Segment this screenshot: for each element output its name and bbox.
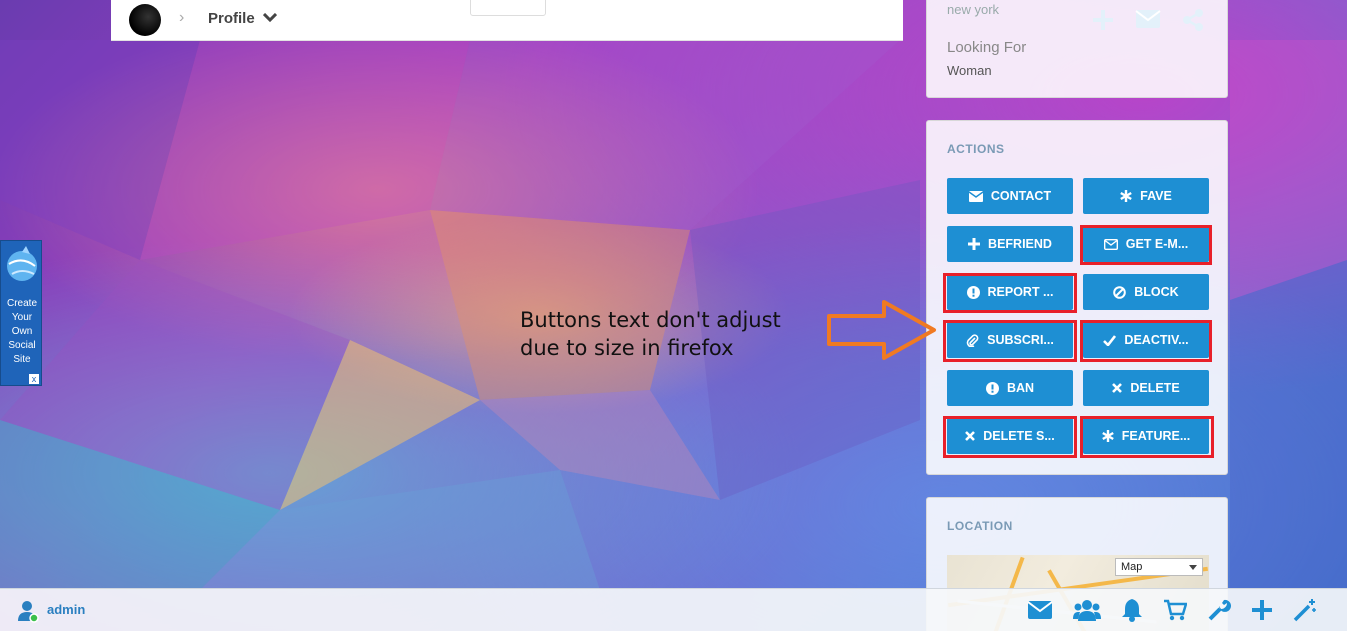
envelope-icon [968, 190, 983, 202]
widget-text-line: Your [11, 312, 33, 323]
annotation-line: due to size in firefox [520, 336, 734, 360]
close-icon[interactable]: x [29, 374, 39, 384]
button-label: REPORT ... [987, 285, 1054, 299]
button-label: DELETE S... [983, 429, 1055, 443]
check-icon [1103, 334, 1117, 346]
info-panel: new york Looking For Woman [926, 0, 1228, 98]
button-label: BLOCK [1134, 285, 1179, 299]
feature-button[interactable]: FEATURE... [1083, 418, 1209, 454]
ban-button[interactable]: BAN [947, 370, 1073, 406]
annotation-text: Buttons text don't adjust due to size in… [520, 306, 810, 362]
breadcrumb-separator: › [179, 9, 185, 26]
befriend-button[interactable]: BEFRIEND [947, 226, 1073, 262]
button-label: DELETE [1130, 381, 1180, 395]
button-label: BAN [1006, 381, 1035, 395]
actions-panel: ACTIONS CONTACT FAVE BEFRIEND GET E-M...… [926, 120, 1228, 475]
widget-text-line: Create [6, 298, 37, 309]
map-type-select[interactable]: Map [1115, 558, 1203, 576]
bell-icon[interactable] [1121, 598, 1143, 622]
exclamation-icon [985, 381, 999, 395]
location-title: LOCATION [947, 519, 1013, 533]
button-label: DEACTIV... [1124, 333, 1189, 347]
arrow-right-icon [827, 300, 936, 360]
button-label: SUBSCRI... [987, 333, 1054, 347]
contact-button[interactable]: CONTACT [947, 178, 1073, 214]
chevron-down-icon [1189, 565, 1197, 570]
delete-button[interactable]: DELETE [1083, 370, 1209, 406]
ban-icon [1113, 285, 1127, 299]
users-icon[interactable] [1073, 599, 1101, 621]
subscribe-button[interactable]: SUBSCRI... [947, 322, 1073, 358]
location-value: new york [947, 2, 1000, 17]
button-label: BEFRIEND [988, 237, 1052, 251]
button-label: FAVE [1140, 189, 1172, 203]
asterisk-icon [1120, 190, 1132, 202]
bottom-actions [1027, 598, 1317, 622]
plus-icon[interactable] [1251, 599, 1273, 621]
button-label: CONTACT [990, 189, 1052, 203]
envelope-outline-icon [1103, 238, 1118, 250]
exclamation-icon [966, 285, 980, 299]
ghost-button[interactable] [470, 0, 546, 16]
widget-text-line: Site [13, 354, 31, 365]
globe-icon [7, 246, 37, 281]
magic-wand-icon[interactable] [1293, 598, 1317, 622]
username[interactable]: admin [47, 602, 85, 617]
top-bar: › Profile [111, 0, 903, 41]
deactivate-button[interactable]: DEACTIV... [1083, 322, 1209, 358]
button-label: FEATURE... [1121, 429, 1191, 443]
avatar[interactable] [129, 4, 161, 36]
map-type-label: Map [1121, 561, 1143, 573]
create-site-widget[interactable]: Create Your Own Social Site x [0, 240, 42, 386]
widget-text-line: Own [11, 326, 33, 337]
looking-for-label: Looking For [947, 39, 1027, 56]
cart-icon[interactable] [1163, 599, 1187, 621]
block-button[interactable]: BLOCK [1083, 274, 1209, 310]
button-label: GET E-M... [1125, 237, 1189, 251]
actions-title: ACTIONS [947, 142, 1005, 156]
x-icon [965, 431, 976, 441]
envelope-icon[interactable] [1027, 600, 1053, 620]
report-button[interactable]: REPORT ... [947, 274, 1073, 310]
bottom-bar: admin [0, 588, 1347, 631]
user-icon[interactable] [16, 599, 40, 623]
plus-icon [968, 238, 981, 250]
profile-menu[interactable]: Profile [208, 10, 255, 27]
widget-text-line: Social [8, 340, 36, 351]
widget-text: Create Your Own Social Site [1, 297, 43, 367]
annotation-line: Buttons text don't adjust [520, 308, 781, 332]
paperclip-icon [966, 333, 979, 347]
delete-subscription-button[interactable]: DELETE S... [947, 418, 1073, 454]
asterisk-icon [1101, 430, 1114, 442]
get-email-button[interactable]: GET E-M... [1083, 226, 1209, 262]
chevron-down-icon[interactable] [263, 13, 277, 23]
wrench-icon[interactable] [1207, 598, 1231, 622]
looking-for-value: Woman [947, 63, 992, 78]
fave-button[interactable]: FAVE [1083, 178, 1209, 214]
x-icon [1112, 383, 1123, 393]
